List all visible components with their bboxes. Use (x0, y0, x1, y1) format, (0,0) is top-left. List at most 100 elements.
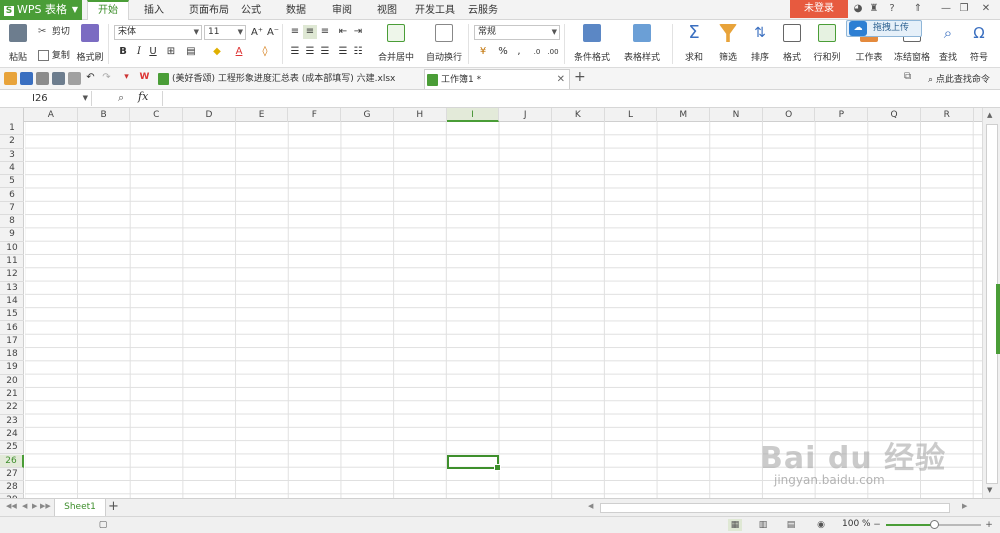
column-header[interactable]: D (183, 108, 236, 122)
column-header[interactable]: Q (868, 108, 921, 122)
switch-window-icon[interactable]: ⧉ (904, 71, 911, 82)
row-header[interactable]: 16 (0, 322, 24, 335)
font-color-icon[interactable]: A (232, 45, 246, 59)
tab-page-layout[interactable]: 页面布局 (180, 0, 238, 20)
side-panel-handle[interactable] (996, 284, 1000, 354)
first-sheet-icon[interactable]: ◀◀ (6, 502, 17, 510)
layout-view-icon[interactable]: ▤ (784, 519, 798, 531)
row-header[interactable]: 18 (0, 348, 24, 362)
column-header[interactable]: R (921, 108, 974, 122)
customize-icon[interactable]: ▾ (120, 72, 133, 85)
font-size-select[interactable]: 11 ▼ (204, 25, 246, 40)
row-header[interactable]: 5 (0, 175, 24, 189)
row-header[interactable]: 10 (0, 242, 24, 255)
print-preview-icon[interactable] (68, 72, 81, 85)
row-header[interactable]: 20 (0, 375, 24, 388)
row-header[interactable]: 12 (0, 268, 24, 282)
login-button[interactable]: 未登录 (790, 0, 848, 18)
column-header[interactable]: M (657, 108, 711, 122)
minimize-icon[interactable]: — (938, 2, 954, 16)
help-icon[interactable]: ? (884, 2, 900, 16)
row-header[interactable]: 28 (0, 481, 24, 495)
row-header[interactable]: 8 (0, 215, 24, 229)
undo-icon[interactable]: ↶ (84, 72, 97, 85)
underline-icon[interactable]: U (146, 45, 160, 59)
row-header[interactable]: 26 (0, 454, 24, 468)
row-header[interactable]: 21 (0, 388, 24, 402)
tab-cloud[interactable]: 云服务 (465, 0, 501, 20)
row-header[interactable]: 15 (0, 308, 24, 322)
cut-button[interactable]: ✂ 剪切 (38, 24, 70, 37)
prev-sheet-icon[interactable]: ◀ (22, 502, 27, 510)
column-header[interactable]: L (605, 108, 658, 122)
feedback-icon[interactable]: ◕ (850, 2, 866, 16)
skin-icon[interactable]: ♜ (866, 2, 882, 16)
increase-font-icon[interactable]: A⁺ (250, 26, 264, 40)
column-header[interactable]: O (763, 108, 816, 122)
maximize-icon[interactable]: ❐ (956, 2, 972, 16)
document-tab-active[interactable]: 工作簿1 * ✕ (424, 69, 570, 89)
select-all-corner[interactable] (0, 108, 24, 122)
export-icon[interactable] (36, 72, 49, 85)
fx-icon[interactable]: fx (138, 90, 148, 103)
eye-protect-icon[interactable]: ◉ (814, 519, 828, 531)
scroll-left-icon[interactable]: ◀ (588, 502, 593, 510)
wps-home-icon[interactable]: W (138, 72, 151, 85)
percent-icon[interactable]: % (496, 45, 510, 59)
scroll-down-icon[interactable]: ▼ (987, 486, 992, 494)
scroll-right-icon[interactable]: ▶ (962, 502, 967, 510)
row-header[interactable]: 9 (0, 228, 24, 242)
decrease-font-icon[interactable]: A⁻ (266, 26, 280, 40)
tab-data[interactable]: 数据 (280, 0, 312, 20)
tab-home[interactable]: 开始 (87, 0, 129, 21)
tab-formulas[interactable]: 公式 (236, 0, 266, 20)
row-header[interactable]: 27 (0, 468, 24, 482)
tab-view[interactable]: 视图 (371, 0, 403, 20)
align-right-icon[interactable]: ☰ (318, 45, 332, 59)
format-button[interactable]: 格式 (778, 24, 806, 63)
row-header[interactable]: 13 (0, 282, 24, 295)
normal-view-icon[interactable]: ▦ (728, 519, 742, 531)
format-painter-button[interactable]: 格式刷 (76, 24, 104, 63)
row-header[interactable]: 17 (0, 335, 24, 349)
active-cell[interactable] (446, 454, 501, 472)
zoom-slider-handle[interactable] (930, 520, 939, 529)
increase-decimal-icon[interactable]: .0 (530, 45, 544, 59)
row-header[interactable]: 1 (0, 122, 24, 136)
align-top-icon[interactable]: ≡ (288, 25, 302, 39)
scroll-up-icon[interactable]: ▲ (987, 111, 992, 119)
row-header[interactable]: 19 (0, 361, 24, 375)
tab-insert[interactable]: 插入 (135, 0, 173, 20)
symbol-button[interactable]: Ω 符号 (966, 24, 992, 63)
bold-icon[interactable]: B (116, 45, 130, 59)
column-header[interactable]: N (710, 108, 763, 122)
borders-icon[interactable]: ⊞ (164, 45, 178, 59)
close-icon[interactable]: ✕ (978, 2, 994, 16)
column-header[interactable]: B (78, 108, 131, 122)
column-header[interactable]: K (552, 108, 605, 122)
indent-decrease-icon[interactable]: ⇤ (336, 25, 350, 39)
find-command[interactable]: ⌕ 点此查找命令 (928, 72, 990, 85)
add-sheet-icon[interactable]: + (108, 499, 119, 514)
name-box[interactable]: I26 ▼ (0, 91, 92, 106)
row-header[interactable]: 2 (0, 135, 24, 149)
column-header[interactable]: A (25, 108, 78, 122)
scroll-thumb[interactable] (600, 503, 950, 513)
zoom-slider[interactable] (886, 520, 981, 529)
next-sheet-icon[interactable]: ▶ (32, 502, 37, 510)
merge-center-button[interactable]: 合并居中 (372, 24, 420, 63)
find-button[interactable]: ⌕ 查找 (936, 24, 960, 63)
justify-icon[interactable]: ☰ (336, 45, 350, 59)
fill-color-icon[interactable]: ◆ (210, 45, 224, 59)
filter-button[interactable]: 筛选 (714, 24, 742, 63)
align-middle-icon[interactable]: ≡ (303, 25, 317, 39)
row-header[interactable]: 6 (0, 189, 24, 202)
print-icon[interactable] (52, 72, 65, 85)
row-header[interactable]: 23 (0, 415, 24, 428)
font-name-select[interactable]: 宋体 ▼ (114, 25, 202, 40)
column-header[interactable]: J (499, 108, 552, 122)
wrap-text-button[interactable]: 自动换行 (424, 24, 464, 63)
row-header[interactable]: 24 (0, 428, 24, 442)
column-header[interactable]: I (446, 108, 500, 122)
copy-button[interactable]: 复制 (38, 48, 70, 61)
